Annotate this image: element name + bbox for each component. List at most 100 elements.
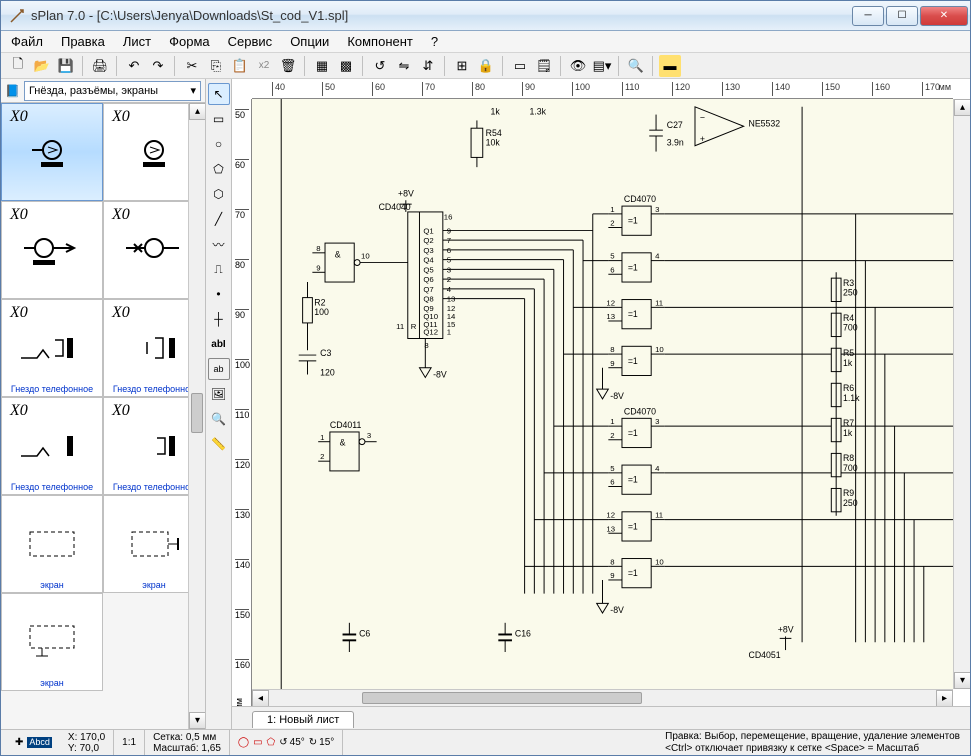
menu-bar: Файл Правка Лист Форма Сервис Опции Комп… bbox=[1, 31, 970, 53]
measure-tool-icon[interactable]: 📏 bbox=[208, 433, 230, 455]
wire-tool-icon[interactable]: ⎍ bbox=[208, 258, 230, 280]
scroll-left-icon[interactable]: ◂ bbox=[252, 690, 269, 707]
library-item[interactable]: X0 Гнездо телефонное bbox=[1, 397, 103, 495]
undo-icon[interactable]: ↶ bbox=[123, 55, 145, 77]
mirror-v-icon[interactable]: ⇵ bbox=[417, 55, 439, 77]
save-icon[interactable]: 💾 bbox=[55, 55, 77, 77]
textbox-tool-icon[interactable]: ab bbox=[208, 358, 230, 380]
rect-tool-icon[interactable]: ▭ bbox=[208, 108, 230, 130]
search-icon[interactable]: 👁 bbox=[567, 55, 589, 77]
sheet-tab[interactable]: 1: Новый лист bbox=[252, 711, 354, 728]
scroll-down-icon[interactable]: ▾ bbox=[189, 712, 205, 729]
component-library-sidebar: 📘 Гнёзда, разъёмы, экраны ▾ X0 X0 X0 bbox=[1, 79, 206, 729]
image-tool-icon[interactable]: 🖼 bbox=[208, 383, 230, 405]
minimize-button[interactable]: ─ bbox=[852, 6, 884, 26]
sheet-dropdown-icon[interactable]: ▤▾ bbox=[591, 55, 613, 77]
maximize-button[interactable]: ☐ bbox=[886, 6, 918, 26]
phone-jack-icon bbox=[17, 426, 87, 466]
circle-tool-icon[interactable]: ○ bbox=[208, 133, 230, 155]
library-item[interactable]: X0 bbox=[1, 201, 103, 299]
snap-cross-icon[interactable]: ✚ bbox=[15, 737, 23, 748]
lock-icon[interactable]: 🔒 bbox=[475, 55, 497, 77]
svg-text:-8V: -8V bbox=[433, 369, 447, 379]
select-rect-icon[interactable]: ▭ bbox=[509, 55, 531, 77]
svg-text:9: 9 bbox=[610, 359, 614, 368]
svg-text:1k: 1k bbox=[843, 428, 853, 438]
schematic-canvas[interactable]: 1k 1.3k R54 10k C27 3.9n NE5532 − + bbox=[252, 99, 953, 689]
delete-icon[interactable]: 🗑 bbox=[277, 55, 299, 77]
print-icon[interactable]: 🖨 bbox=[89, 55, 111, 77]
cut-icon[interactable]: ✂ bbox=[181, 55, 203, 77]
scroll-down-icon[interactable]: ▾ bbox=[954, 672, 970, 689]
horizontal-ruler: 40 50 60 70 80 90 100 110 120 130 140 15… bbox=[252, 79, 953, 99]
svg-text:Q6: Q6 bbox=[423, 275, 433, 284]
polygon-tool-icon[interactable]: ⬠ bbox=[208, 158, 230, 180]
phone-jack-icon bbox=[119, 426, 189, 466]
scroll-right-icon[interactable]: ▸ bbox=[936, 690, 953, 707]
svg-text:10: 10 bbox=[655, 345, 664, 354]
zoom-tool-icon[interactable]: 🔍 bbox=[208, 408, 230, 430]
pentagon-icon[interactable]: ⬠ bbox=[267, 737, 276, 748]
red-rect-icon[interactable]: ▭ bbox=[253, 737, 262, 748]
menu-help[interactable]: ? bbox=[431, 34, 438, 49]
scrollbar-thumb[interactable] bbox=[191, 393, 203, 433]
library-category-combo[interactable]: Гнёзда, разъёмы, экраны ▾ bbox=[24, 81, 201, 101]
canvas-scrollbar-horizontal[interactable]: ◂ ▸ bbox=[252, 689, 953, 706]
svg-text:120: 120 bbox=[320, 368, 335, 378]
group-icon[interactable]: ⊞ bbox=[451, 55, 473, 77]
svg-text:8: 8 bbox=[316, 244, 320, 253]
text-tool-icon[interactable]: abI bbox=[208, 333, 230, 355]
status-grid: Сетка: 0,5 мм bbox=[153, 732, 221, 743]
zoom-icon[interactable]: 🔍 bbox=[625, 55, 647, 77]
mirror-h-icon[interactable]: ⇋ bbox=[393, 55, 415, 77]
scrollbar-thumb[interactable] bbox=[362, 692, 642, 704]
svg-text:R7: R7 bbox=[843, 418, 854, 428]
back-icon[interactable]: ▩ bbox=[335, 55, 357, 77]
rotate-left-icon[interactable]: ↺ bbox=[369, 55, 391, 77]
scroll-up-icon[interactable]: ▴ bbox=[954, 99, 970, 116]
junction-tool-icon[interactable]: ┼ bbox=[208, 308, 230, 330]
new-icon[interactable]: 🗋 bbox=[7, 55, 29, 77]
status-zoom-ratio: 1:1 bbox=[114, 730, 145, 755]
curve-tool-icon[interactable]: 〰 bbox=[208, 233, 230, 255]
scroll-up-icon[interactable]: ▴ bbox=[189, 103, 205, 120]
library-item[interactable]: X0 bbox=[1, 103, 103, 201]
rotate-45-button[interactable]: ↺45° bbox=[279, 737, 305, 748]
library-item[interactable]: экран bbox=[1, 593, 103, 691]
rotate-15-button[interactable]: ↻15° bbox=[309, 737, 335, 748]
node-tool-icon[interactable]: • bbox=[208, 283, 230, 305]
svg-text:3: 3 bbox=[367, 431, 371, 440]
svg-text:1k: 1k bbox=[843, 358, 853, 368]
highlight-icon[interactable]: ▬ bbox=[659, 55, 681, 77]
menu-component[interactable]: Компонент bbox=[347, 34, 413, 49]
copy-icon[interactable]: ⎘ bbox=[205, 55, 227, 77]
menu-form[interactable]: Форма bbox=[169, 34, 210, 49]
shape-tool-icon[interactable]: ⬡ bbox=[208, 183, 230, 205]
menu-service[interactable]: Сервис bbox=[228, 34, 273, 49]
open-icon[interactable]: 📂 bbox=[31, 55, 53, 77]
pointer-tool-icon[interactable]: ↖ bbox=[208, 83, 230, 105]
x2-icon[interactable]: x2 bbox=[253, 55, 275, 77]
paste-icon[interactable]: 📋 bbox=[229, 55, 251, 77]
list-icon[interactable]: 🗒 bbox=[533, 55, 555, 77]
svg-text:4: 4 bbox=[655, 252, 660, 261]
menu-edit[interactable]: Правка bbox=[61, 34, 105, 49]
red-circle-icon[interactable]: ◯ bbox=[238, 737, 249, 748]
menu-sheet[interactable]: Лист bbox=[123, 34, 151, 49]
canvas-scrollbar-vertical[interactable]: ▴ ▾ bbox=[953, 99, 970, 689]
menu-file[interactable]: Файл bbox=[11, 34, 43, 49]
redo-icon[interactable]: ↷ bbox=[147, 55, 169, 77]
line-tool-icon[interactable]: ╱ bbox=[208, 208, 230, 230]
menu-options[interactable]: Опции bbox=[290, 34, 329, 49]
svg-text:1: 1 bbox=[610, 417, 614, 426]
library-item[interactable]: X0 Гнездо телефонное bbox=[1, 299, 103, 397]
close-button[interactable]: ✕ bbox=[920, 6, 968, 26]
svg-text:250: 250 bbox=[843, 498, 858, 508]
library-item[interactable]: экран bbox=[1, 495, 103, 593]
svg-text:Q2: Q2 bbox=[423, 236, 433, 245]
svg-text:10k: 10k bbox=[486, 138, 501, 148]
snap-text-icon[interactable]: Abcd bbox=[27, 737, 52, 748]
shield-box-wire-icon bbox=[22, 622, 82, 662]
library-scrollbar[interactable]: ▴ ▾ bbox=[188, 103, 205, 729]
front-icon[interactable]: ▦ bbox=[311, 55, 333, 77]
